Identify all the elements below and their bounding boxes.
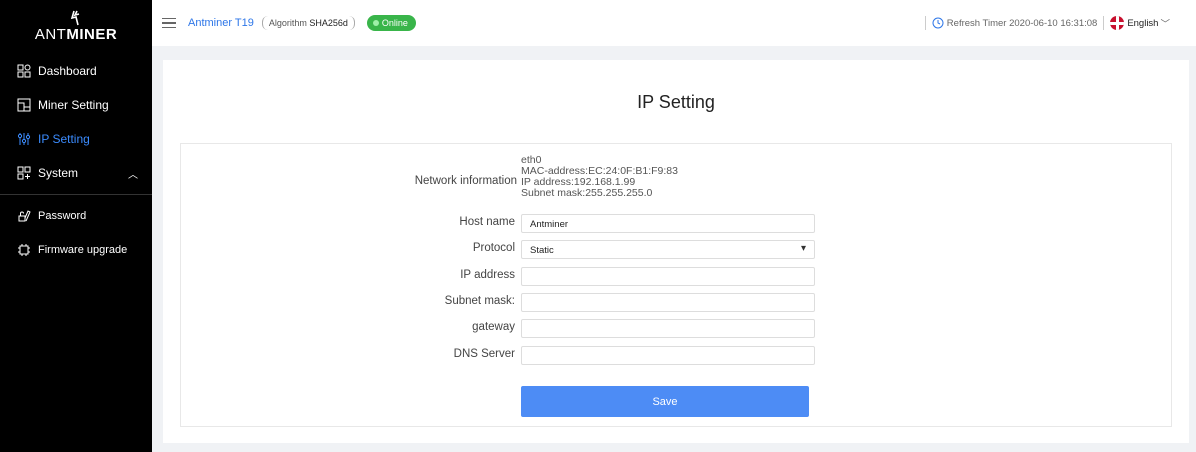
miner-setting-icon [16,97,32,113]
sidebar-item-miner-setting[interactable]: Miner Setting [0,88,152,122]
chevron-up-icon[interactable]: ︿ [128,166,138,181]
ip-address-input[interactable] [521,267,815,286]
chevron-down-icon[interactable]: ﹀ [1160,16,1170,30]
host-name-label: Host name [459,216,515,228]
sidebar-item-ip-setting[interactable]: IP Setting [0,122,152,156]
menu-toggle-icon[interactable] [162,17,176,29]
dns-server-input[interactable] [521,346,815,365]
sidebar-item-label: Miner Setting [38,98,109,112]
firmware-icon [16,242,32,258]
host-name-input[interactable]: Antminer [521,214,815,233]
gateway-input[interactable] [521,319,815,338]
language-selector[interactable]: English [1127,18,1158,29]
antminer-logo-icon [70,10,80,25]
network-info-label: Network information [414,175,517,187]
network-info: eth0 MAC-address:EC:24:0F:B1:F9:83 IP ad… [521,154,678,199]
status-badge: Online [366,15,416,31]
miner-model: Antminer T19 [188,17,254,29]
sidebar-item-label: System [38,166,79,180]
sidebar-item-firmware-upgrade[interactable]: Firmware upgrade [0,233,152,267]
algorithm-tag: Algorithm SHA256d [261,16,355,30]
top-bar: Antminer T19 Algorithm SHA256d Online Re… [152,0,1196,46]
sidebar-item-label: Password [38,210,87,222]
sidebar-item-label: Firmware upgrade [38,244,128,256]
ip-setting-form: Network information eth0 MAC-address:EC:… [180,143,1172,427]
sidebar-divider [0,194,152,195]
gateway-label: gateway [472,321,515,333]
protocol-label: Protocol [472,242,515,254]
subnet-mask-input[interactable] [521,293,815,312]
ip-address-label: IP address [460,269,515,281]
dns-server-label: DNS Server [453,348,515,360]
dashboard-icon [16,63,32,79]
system-icon [16,165,32,181]
password-icon [16,208,32,224]
main-panel: IP Setting Network information eth0 MAC-… [163,60,1189,443]
sidebar-item-label: IP Setting [38,132,90,146]
refresh-timer: Refresh Timer 2020-06-10 16:31:08 [946,17,1098,29]
ip-setting-icon [16,131,32,147]
uk-flag-icon [1110,16,1125,30]
sidebar-item-system[interactable]: System ︿ [0,156,152,190]
sidebar-item-label: Dashboard [38,64,97,78]
sidebar-item-dashboard[interactable]: Dashboard [0,54,152,88]
sidebar-item-password[interactable]: Password [0,199,152,233]
refresh-timer-icon [932,17,944,29]
logo: ANTMINER [0,0,152,52]
save-button[interactable]: Save [521,386,809,417]
page-title: IP Setting [637,92,715,112]
protocol-select[interactable]: Static [521,240,815,259]
sidebar: ANTMINER Dashboard Miner Setting IP Sett… [0,0,152,452]
subnet-mask-label: Subnet mask: [444,295,515,307]
brand-name: ANTMINER [34,25,118,43]
